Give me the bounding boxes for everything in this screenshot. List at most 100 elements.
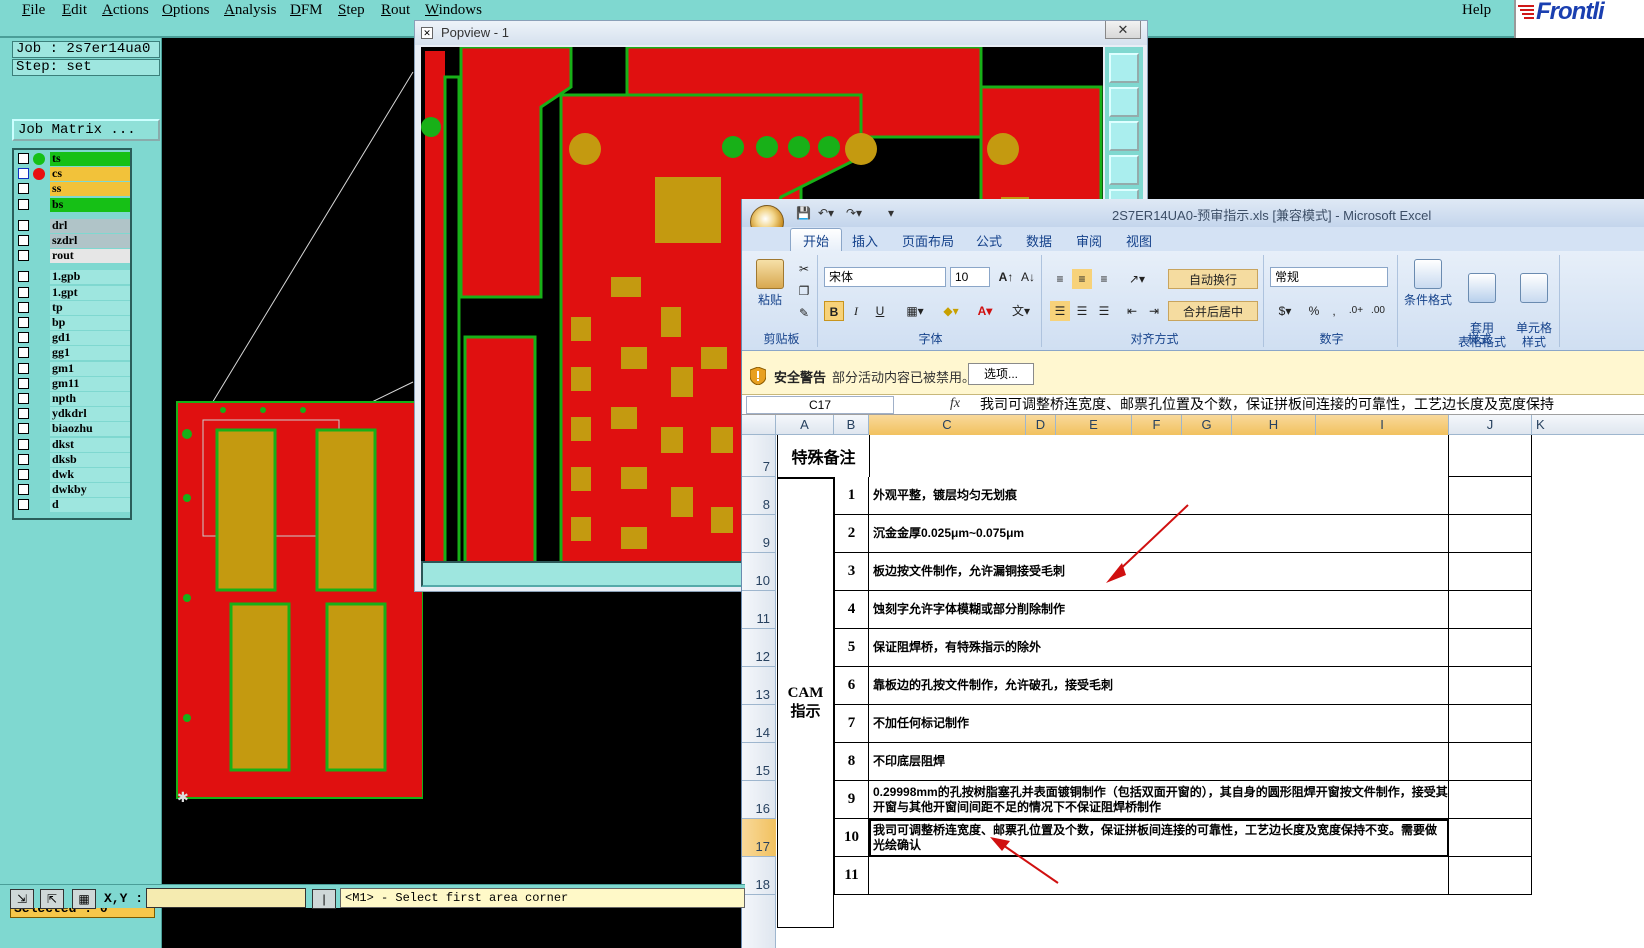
format-painter-icon[interactable]: ✎ (794, 303, 814, 323)
zoom-out-icon[interactable]: ⇱ (40, 889, 64, 909)
layer-name[interactable]: bs (50, 197, 130, 212)
layer-row[interactable]: dwk (16, 468, 130, 482)
layer-name[interactable]: bp (50, 316, 130, 330)
menu-dfm[interactable]: DFM (290, 2, 323, 19)
bold-icon[interactable]: B (824, 301, 844, 321)
shrink-font-icon[interactable]: A↓ (1018, 267, 1038, 287)
layer-row[interactable]: ss (16, 182, 130, 197)
name-box[interactable]: C17 (746, 396, 894, 414)
zoom-box-icon[interactable]: ⇲ (10, 889, 34, 909)
menu-actions[interactable]: Actions (102, 2, 149, 19)
fx-icon[interactable]: fx (950, 396, 960, 412)
layer-row[interactable]: cs (16, 167, 130, 182)
cell-j[interactable] (1449, 857, 1532, 895)
layer-checkbox[interactable] (18, 286, 29, 298)
layer-checkbox[interactable] (18, 469, 29, 480)
worksheet-grid[interactable]: A B C D E F G H I J K 7 8 9 10 11 12 13 14 15 16 1… (742, 415, 1644, 948)
close-button[interactable]: ✕ (1105, 21, 1141, 39)
col-header[interactable]: E (1056, 415, 1132, 435)
instruction-number[interactable]: 4 (834, 591, 869, 629)
row-header[interactable]: 12 (742, 629, 776, 667)
layer-checkbox[interactable] (18, 484, 29, 496)
menu-file[interactable]: File (22, 2, 45, 19)
grow-font-icon[interactable]: A↑ (996, 267, 1016, 287)
instruction-number[interactable]: 2 (834, 515, 869, 553)
layer-row[interactable]: bs (16, 197, 130, 212)
layer-row[interactable]: dkst (16, 437, 130, 452)
cell-j[interactable] (1449, 553, 1532, 591)
wrap-text-button[interactable]: 自动换行 (1168, 269, 1258, 289)
layer-checkbox[interactable] (18, 271, 29, 283)
row-header[interactable]: 18 (742, 857, 776, 895)
conditional-format-button[interactable]: 条件格式 (1402, 259, 1454, 307)
layer-name[interactable]: gd1 (50, 331, 130, 346)
row-header[interactable]: 11 (742, 591, 776, 629)
menu-options[interactable]: Options (162, 2, 210, 19)
cell-j[interactable] (1449, 819, 1532, 857)
layer-row[interactable]: ydkdrl (16, 407, 130, 422)
layer-name[interactable]: ss (50, 182, 130, 197)
cell-j[interactable] (1449, 591, 1532, 629)
tab-page-layout[interactable]: 页面布局 (902, 231, 954, 250)
col-header[interactable]: I (1316, 415, 1449, 435)
layer-name[interactable]: biaozhu (50, 422, 130, 437)
layer-checkbox[interactable] (18, 168, 29, 180)
align-right-icon[interactable]: ☰ (1094, 301, 1114, 321)
orientation-icon[interactable]: ↗▾ (1122, 269, 1152, 289)
fill-color-icon[interactable]: ◆▾ (936, 301, 966, 321)
instruction-text[interactable]: 0.29998mm的孔按树脂塞孔并表面镀铜制作（包括双面开窗的），其自身的圆形阻… (869, 781, 1449, 819)
tab-insert[interactable]: 插入 (852, 231, 878, 250)
instruction-text[interactable]: 我司可调整桥连宽度、邮票孔位置及个数，保证拼板间连接的可靠性，工艺边长度及宽度保… (869, 819, 1449, 857)
instruction-number[interactable]: 3 (834, 553, 869, 591)
instruction-text[interactable]: 不印底层阻焊 (869, 743, 1449, 781)
tab-home[interactable]: 开始 (790, 228, 843, 251)
layer-name[interactable]: ydkdrl (50, 407, 130, 422)
popview-titlebar[interactable]: ✕ Popview - 1 ✕ (415, 21, 1147, 45)
layer-checkbox[interactable] (18, 499, 29, 511)
instruction-number[interactable]: 9 (834, 781, 869, 819)
cell-j[interactable] (1449, 435, 1532, 477)
layer-row[interactable]: gm1 (16, 361, 130, 376)
increase-decimal-icon[interactable]: .0+ (1346, 301, 1366, 321)
menu-rout[interactable]: Rout (381, 2, 410, 19)
layer-row[interactable]: 1.gpb (16, 270, 130, 285)
layer-name[interactable]: dwkby (50, 483, 130, 498)
layer-name[interactable]: 1.gpb (50, 270, 130, 285)
cell-j[interactable] (1449, 477, 1532, 515)
italic-icon[interactable]: I (846, 301, 866, 321)
job-matrix-button[interactable]: Job Matrix ... (12, 119, 160, 141)
excel-titlebar[interactable]: 💾 ↶▾ ↷▾ ▾ 2S7ER14UA0-预审指示.xls [兼容模式] - M… (742, 199, 1644, 239)
instruction-number[interactable]: 7 (834, 705, 869, 743)
col-header[interactable]: G (1182, 415, 1232, 435)
layer-checkbox[interactable] (18, 347, 29, 359)
decrease-indent-icon[interactable]: ⇤ (1122, 301, 1142, 321)
cell-j[interactable] (1449, 705, 1532, 743)
layer-name[interactable]: rout (50, 249, 130, 264)
cell-j[interactable] (1449, 781, 1532, 819)
row-header[interactable]: 8 (742, 477, 776, 515)
col-header[interactable]: C (869, 415, 1026, 435)
layer-name[interactable]: gm1 (50, 361, 130, 376)
snap-icon[interactable]: | (312, 889, 336, 909)
increase-indent-icon[interactable]: ⇥ (1144, 301, 1164, 321)
customize-qat-icon[interactable]: ▾ (888, 206, 894, 220)
font-name-select[interactable]: 宋体 (824, 267, 946, 287)
layer-row[interactable]: dwkby (16, 483, 130, 498)
col-header[interactable]: H (1232, 415, 1316, 435)
layer-row[interactable]: d (16, 498, 130, 513)
underline-icon[interactable]: U (868, 301, 892, 321)
menu-windows[interactable]: Windows (425, 2, 482, 19)
layer-name[interactable]: szdrl (50, 234, 130, 248)
row-header[interactable]: 10 (742, 553, 776, 591)
layer-checkbox[interactable] (18, 317, 29, 328)
layer-checkbox[interactable] (18, 183, 29, 195)
instruction-number[interactable]: 5 (834, 629, 869, 667)
align-middle-icon[interactable]: ≡ (1072, 269, 1092, 289)
row-header[interactable]: 13 (742, 667, 776, 705)
copy-icon[interactable]: ❐ (794, 281, 814, 301)
menu-step[interactable]: Step (338, 2, 365, 19)
instruction-text[interactable]: 靠板边的孔按文件制作，允许破孔，接受毛刺 (869, 667, 1449, 705)
align-top-icon[interactable]: ≡ (1050, 269, 1070, 289)
layer-name[interactable]: npth (50, 392, 130, 406)
layer-checkbox[interactable] (18, 362, 29, 374)
